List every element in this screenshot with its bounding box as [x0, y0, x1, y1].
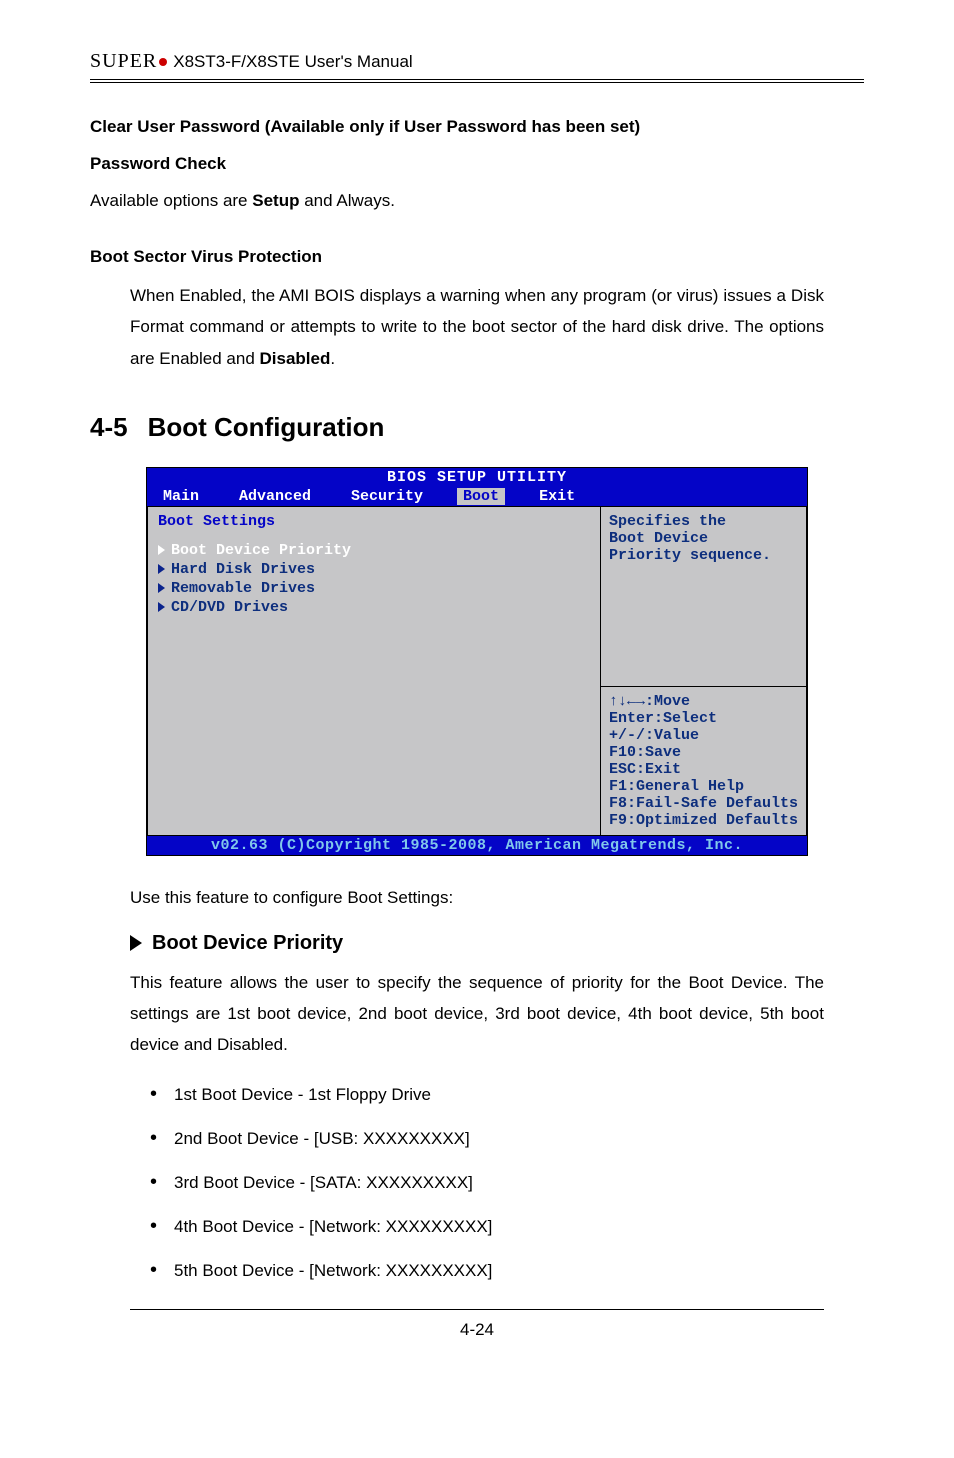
page-number: 4-24	[130, 1309, 824, 1340]
list-item: 5th Boot Device - [Network: XXXXXXXXX]	[150, 1261, 864, 1281]
triangle-icon	[158, 583, 165, 593]
bios-item-cddvd[interactable]: CD/DVD Drives	[158, 599, 590, 616]
list-item: 3rd Boot Device - [SATA: XXXXXXXXX]	[150, 1173, 864, 1193]
bios-tab-main[interactable]: Main	[157, 488, 205, 505]
list-item: 4th Boot Device - [Network: XXXXXXXXX]	[150, 1217, 864, 1237]
bios-right-pane: Specifies the Boot Device Priority seque…	[600, 506, 807, 836]
bdp-paragraph: This feature allows the user to specify …	[130, 967, 824, 1061]
bios-title-bar: BIOS SETUP UTILITY	[147, 468, 807, 487]
brand-text: SUPER	[90, 50, 157, 73]
section-number: 4-5	[90, 412, 128, 443]
bios-item-removable[interactable]: Removable Drives	[158, 580, 590, 597]
brand-dot-icon	[159, 58, 167, 66]
bsvp-heading: Boot Sector Virus Protection	[90, 243, 864, 270]
boot-device-priority-heading: Boot Device Priority	[130, 932, 864, 955]
section-title: Boot Configuration	[148, 412, 385, 443]
password-check-desc: Available options are Setup and Always.	[90, 187, 864, 214]
brand-logo: SUPER	[90, 50, 169, 73]
bios-tab-bar: Main Advanced Security Boot Exit	[147, 487, 807, 506]
manual-title: X8ST3-F/X8STE User's Manual	[173, 52, 412, 72]
password-check-heading: Password Check	[90, 150, 864, 177]
boot-device-list: 1st Boot Device - 1st Floppy Drive 2nd B…	[150, 1085, 864, 1281]
bios-screenshot: BIOS SETUP UTILITY Main Advanced Securit…	[146, 467, 808, 856]
after-bios-text: Use this feature to configure Boot Setti…	[130, 882, 824, 913]
bsvp-paragraph: When Enabled, the AMI BOIS displays a wa…	[130, 280, 824, 374]
bios-tab-boot[interactable]: Boot	[457, 488, 505, 505]
bios-tab-exit[interactable]: Exit	[533, 488, 581, 505]
triangle-icon	[130, 935, 142, 951]
bios-left-pane: Boot Settings Boot Device Priority Hard …	[147, 506, 600, 836]
bios-tab-security[interactable]: Security	[345, 488, 429, 505]
bios-help-text: Specifies the Boot Device Priority seque…	[601, 507, 806, 687]
bios-tab-advanced[interactable]: Advanced	[233, 488, 317, 505]
triangle-icon	[158, 602, 165, 612]
clear-user-password-heading: Clear User Password (Available only if U…	[90, 113, 864, 140]
bios-key-help: ↑↓←→:Move Enter:Select +/-/:Value F10:Sa…	[601, 687, 806, 835]
bios-copyright: v02.63 (C)Copyright 1985-2008, American …	[147, 836, 807, 855]
triangle-icon	[158, 564, 165, 574]
page-header: SUPER X8ST3-F/X8STE User's Manual	[90, 50, 864, 83]
bios-item-boot-device-priority[interactable]: Boot Device Priority	[158, 542, 590, 559]
bios-item-hard-disk[interactable]: Hard Disk Drives	[158, 561, 590, 578]
triangle-icon	[158, 545, 165, 555]
section-heading: 4-5 Boot Configuration	[90, 412, 864, 443]
bios-boot-settings-label: Boot Settings	[158, 513, 590, 530]
list-item: 2nd Boot Device - [USB: XXXXXXXXX]	[150, 1129, 864, 1149]
list-item: 1st Boot Device - 1st Floppy Drive	[150, 1085, 864, 1105]
